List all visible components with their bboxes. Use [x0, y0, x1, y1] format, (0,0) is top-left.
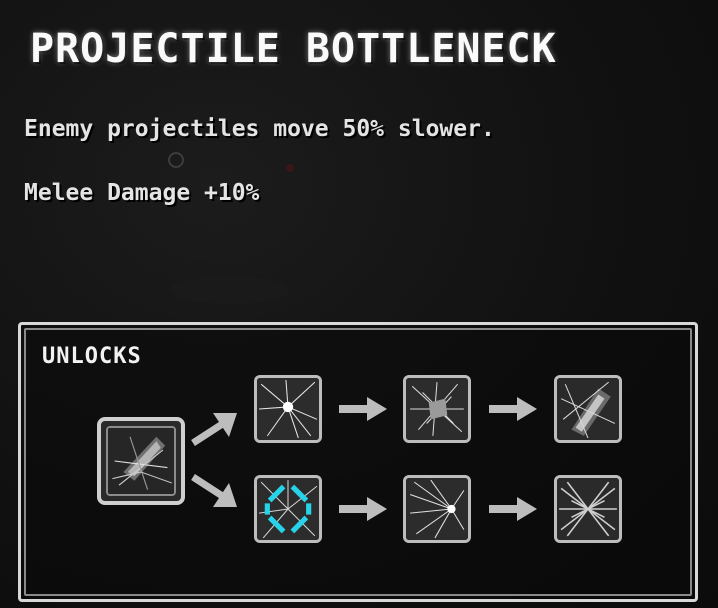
- unlock-node-row2-2[interactable]: [403, 475, 471, 543]
- unlock-node-row2-1[interactable]: [254, 475, 322, 543]
- unlock-node-row1-1[interactable]: [254, 375, 322, 443]
- shatter-burst-icon: [406, 478, 468, 540]
- unlock-node-row1-2[interactable]: [403, 375, 471, 443]
- branch-arrow-down: [191, 474, 237, 507]
- shatter-burst-icon: [406, 378, 468, 440]
- unlocks-label: UNLOCKS: [42, 344, 142, 369]
- unlock-node-row2-3[interactable]: [554, 475, 622, 543]
- branch-arrow-up: [191, 413, 237, 446]
- chain-arrow-row2-2: [489, 497, 537, 521]
- unlock-root-node[interactable]: [97, 417, 185, 505]
- upgrade-description: Enemy projectiles move 50% slower.: [24, 116, 495, 142]
- shatter-burst-icon: [257, 378, 319, 440]
- unlock-node-row1-3[interactable]: [554, 375, 622, 443]
- shattered-glass-icon: [106, 426, 176, 496]
- upgrade-title: PROJECTILE BOTTLENECK: [30, 26, 557, 72]
- shatter-shard-icon: [557, 478, 619, 540]
- unlocks-panel: UNLOCKS: [18, 322, 698, 602]
- upgrade-bonus: Melee Damage +10%: [24, 180, 260, 206]
- chain-arrow-row1-1: [339, 397, 387, 421]
- shatter-shard-icon: [557, 378, 619, 440]
- chain-arrow-row2-1: [339, 497, 387, 521]
- selection-highlight-icon: [264, 484, 312, 534]
- chain-arrow-row1-2: [489, 397, 537, 421]
